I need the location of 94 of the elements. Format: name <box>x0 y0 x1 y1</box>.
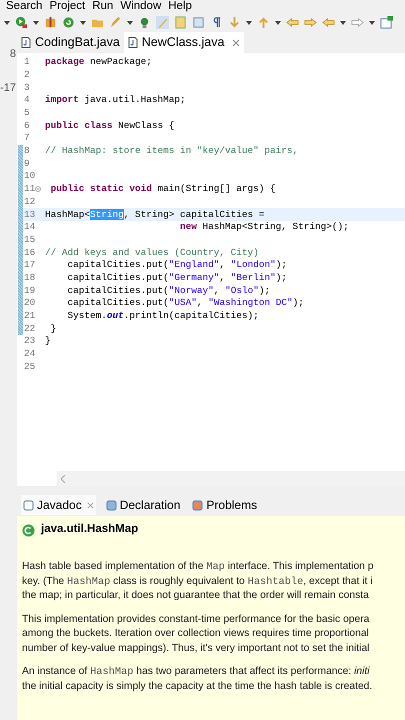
code-line: System.out.println(capitalCities); <box>66 309 259 324</box>
code-line: // Add keys and values (Country, City) <box>45 246 259 260</box>
tab-icon <box>106 500 117 510</box>
line-number: 21 <box>24 309 36 324</box>
package-icon[interactable] <box>44 16 57 29</box>
line-number: 11 <box>24 182 36 196</box>
menu-item[interactable]: Run <box>92 0 114 13</box>
code-line: package newPackage; <box>45 55 152 70</box>
square-icon[interactable] <box>192 16 205 29</box>
code-line: import java.util.HashMap; <box>45 93 186 108</box>
menu-item[interactable]: Help <box>168 0 192 13</box>
code-line: new HashMap<String, String>(); <box>179 220 349 234</box>
editor-tab[interactable]: NewClass.java <box>124 32 244 53</box>
pencil-icon[interactable] <box>109 16 122 29</box>
line-number: 10 <box>24 169 36 184</box>
line-number: 18 <box>24 270 36 285</box>
line-number: 13 <box>24 208 36 222</box>
line-number: 8 <box>24 144 30 158</box>
java-file-icon <box>21 37 31 48</box>
javadoc-title: java.util.HashMap <box>41 522 138 538</box>
tab-icon <box>23 500 34 510</box>
view-fragment-text: 8 <box>10 48 16 60</box>
line-number: 5 <box>24 106 30 120</box>
javadoc-text: the map; in particular, it does not guarantee that the order will remain consta <box>22 589 370 603</box>
code-line: capitalCities.put("Norway", "Oslo"); <box>66 284 270 298</box>
line-number: 7 <box>24 131 30 146</box>
lightbulb-icon[interactable] <box>138 16 151 29</box>
code-line: } <box>45 334 51 348</box>
caret-icon[interactable] <box>340 20 346 24</box>
run-icon[interactable] <box>15 16 28 29</box>
view-tab[interactable]: Problems <box>190 495 260 515</box>
caret-icon[interactable] <box>33 20 39 24</box>
horizontal-scrollbar[interactable] <box>57 471 405 486</box>
window-icon[interactable] <box>380 16 393 29</box>
line-number: 4 <box>24 93 30 108</box>
menu-item[interactable]: Search <box>6 0 42 13</box>
close-icon[interactable] <box>232 38 240 46</box>
javadoc-text: key. (The HashMap class is roughly equivalent to Hashtable, except that it i <box>22 574 374 589</box>
caret-icon[interactable] <box>246 20 252 24</box>
document-icon[interactable] <box>174 16 187 29</box>
javadoc-text: among the buckets. Iteration over collection views requires time proportional <box>22 627 370 641</box>
menu-item[interactable]: Window <box>120 0 162 13</box>
menu-item[interactable]: Project <box>49 0 86 13</box>
line-number: 16 <box>24 246 36 260</box>
line-number: 23 <box>24 334 36 348</box>
view-tab[interactable]: Javadoc <box>21 495 96 515</box>
code-editor[interactable] <box>17 53 405 486</box>
line-number: 6 <box>24 118 30 133</box>
line-number: 19 <box>24 284 36 298</box>
line-number: 24 <box>24 347 36 362</box>
view-tab[interactable]: Declaration <box>104 495 182 515</box>
javadoc-text: This implementation provides constant-time performance for the basic opera <box>22 612 370 626</box>
code-line: capitalCities.put("Germany", "Berlin"); <box>66 270 287 285</box>
line-number: 9 <box>24 156 30 171</box>
line-number: 12 <box>24 194 36 209</box>
collapse-icon[interactable] <box>35 186 42 192</box>
refresh-icon[interactable] <box>62 16 75 29</box>
line-number: 1 <box>24 55 30 70</box>
javadoc-text: Hash table based implementation of the Map interface. This implementation p <box>22 560 374 574</box>
caret-icon[interactable] <box>80 20 86 24</box>
scroll-left-icon[interactable] <box>61 474 66 482</box>
line-number: 14 <box>24 220 36 234</box>
code-line: public class NewClass { <box>45 118 174 133</box>
caret-icon[interactable] <box>127 20 133 24</box>
code-line: capitalCities.put("England", "London"); <box>66 258 287 272</box>
javadoc-text: An instance of HashMap has two parameters that affect its performance: initi <box>22 665 371 680</box>
line-number: 3 <box>24 80 30 95</box>
java-file-icon <box>128 37 138 48</box>
back-icon[interactable] <box>286 16 299 29</box>
caret-icon[interactable] <box>369 20 375 24</box>
code-line: // HashMap: store items in "key/value" pairs, <box>45 144 298 158</box>
line-number: 25 <box>24 360 36 374</box>
close-icon[interactable] <box>86 502 94 508</box>
arrow-up-icon[interactable] <box>257 16 270 29</box>
line-number: 15 <box>24 232 36 247</box>
line-number: 17 <box>24 258 36 272</box>
caret-icon[interactable] <box>275 20 281 24</box>
javadoc-text: number of key-value mappings). Thus, it's very important not to set the initial <box>22 642 370 656</box>
arrow-down-icon[interactable] <box>228 16 241 29</box>
arrow-left-icon[interactable] <box>322 16 335 29</box>
line-number: 20 <box>24 296 36 310</box>
caret-icon[interactable] <box>4 20 10 24</box>
javadoc-text: the initial capacity is simply the capacity at the time the hash table is created. <box>22 680 374 694</box>
line-number: 2 <box>24 68 30 82</box>
code-line: capitalCities.put("USA", "Washington DC"); <box>66 296 304 310</box>
tab-icon <box>192 500 204 510</box>
code-line: } <box>50 322 56 336</box>
code-line: HashMap<String, String> capitalCities = <box>45 208 264 222</box>
view-fragment-text: -17 <box>0 82 16 94</box>
line-number: 22 <box>24 322 36 336</box>
code-line: public static void main(String[] args) { <box>50 182 276 196</box>
arrow-right-icon[interactable] <box>351 16 364 29</box>
forward-icon[interactable] <box>304 16 317 29</box>
class-icon <box>22 524 35 536</box>
